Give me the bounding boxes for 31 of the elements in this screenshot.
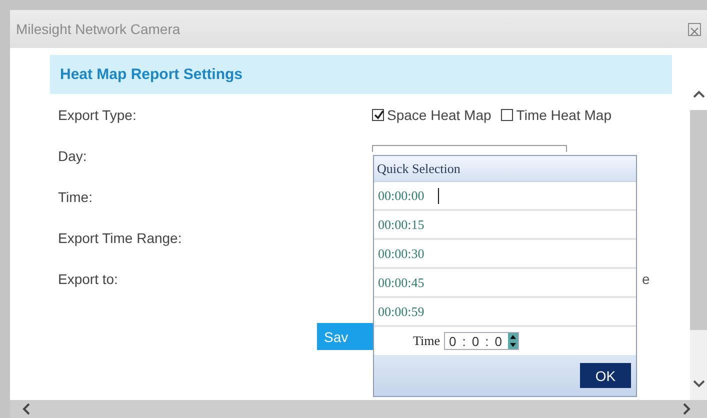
- checkbox-option[interactable]: Time Heat Map: [501, 106, 612, 122]
- horizontal-scrollbar[interactable]: [10, 400, 707, 418]
- scrollbar-thumb[interactable]: [690, 110, 707, 330]
- time-spinner[interactable]: 0 : 0 : 0: [444, 332, 519, 350]
- field-label: Export Time Range:: [58, 230, 183, 246]
- time-option[interactable]: 00:00:45: [374, 269, 636, 298]
- time-option[interactable]: 00:00:00: [374, 182, 636, 211]
- field-label: Day:: [58, 148, 88, 164]
- ok-button[interactable]: OK: [580, 363, 631, 388]
- popup-title-bar: Quick Selection: [374, 156, 636, 182]
- window-title: Milesight Network Camera: [16, 21, 180, 37]
- section-header: Heat Map Report Settings: [50, 55, 672, 94]
- field-label: Export to:: [58, 270, 119, 286]
- spinner-arrows-icon[interactable]: [508, 333, 518, 349]
- time-label: Time: [413, 333, 440, 349]
- day-dropdown[interactable]: [372, 145, 567, 152]
- time-option[interactable]: 00:00:15: [374, 211, 636, 240]
- scroll-left-icon[interactable]: [22, 403, 30, 415]
- scroll-up-icon[interactable]: [692, 90, 704, 98]
- time-option[interactable]: 00:00:30: [374, 240, 636, 269]
- scroll-down-icon[interactable]: [692, 380, 704, 388]
- export-path-text: e: [642, 270, 650, 286]
- time-option[interactable]: 00:00:59: [374, 298, 636, 327]
- text-cursor: [438, 188, 440, 204]
- checkbox[interactable]: [501, 108, 514, 120]
- scroll-right-icon[interactable]: [683, 403, 691, 415]
- field-label: Time:: [58, 188, 94, 204]
- field-label: Export Type:: [58, 106, 138, 122]
- checkbox[interactable]: [372, 108, 384, 120]
- close-icon[interactable]: [688, 22, 701, 36]
- checkbox-option[interactable]: Space Heat Map: [372, 106, 492, 122]
